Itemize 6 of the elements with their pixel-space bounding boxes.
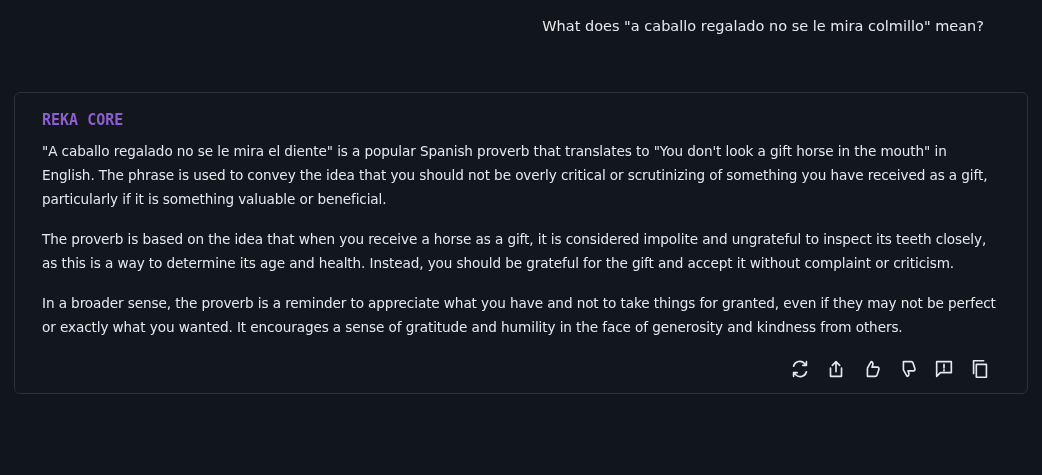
- comment-alert-icon: [933, 358, 955, 380]
- response-paragraph: The proverb is based on the idea that when you receive a horse as a gift, it is considered impolite and ungrateful to inspect its teeth closely, as this is a way to determine its age and health. Instead, you should be grateful for the gift and accept it without complaint or criticism.: [42, 230, 988, 273]
- user-message: What does "a caballo regalado no se le mira colmillo" mean?: [542, 17, 984, 36]
- response-paragraph: "A caballo regalado no se le mira el diente" is a popular Spanish proverb that translates to "You don't look a gift horse in the mouth" in English. The phrase is used to convey the idea that you should not be overly critical or scrutinizing of something you have received as a gift, particularly if it is something valuable or beneficial.: [42, 142, 989, 209]
- model-name: REKA CORE: [42, 111, 125, 129]
- response-paragraph: In a broader sense, the proverb is a reminder to appreciate what you have and not to take things for granted, even if they may not be perfect or exactly what you wanted. It encourages a sense of gratitude and humility in the face of generosity and kindness from others.: [42, 294, 997, 337]
